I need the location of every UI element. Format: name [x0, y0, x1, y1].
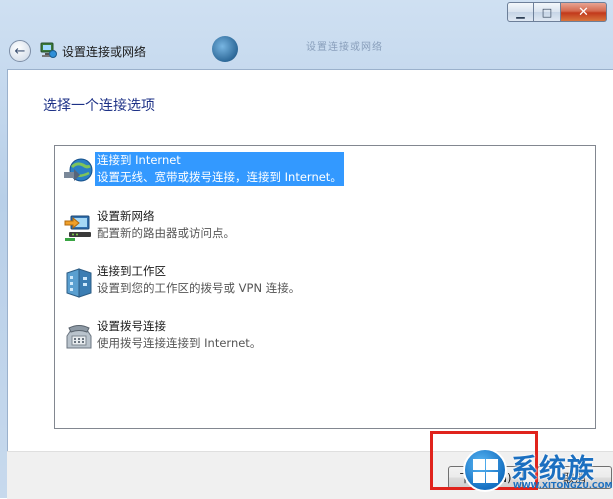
option-title: 设置新网络	[97, 209, 155, 223]
option-description: 使用拨号连接连接到 Internet。	[97, 336, 262, 350]
option-title: 连接到 Internet	[95, 152, 344, 169]
watermark-url: WWW.XITONGZU.COM	[513, 481, 613, 490]
new-network-icon	[64, 215, 91, 241]
option-text: 设置新网络 配置新的路由器或访问点。	[95, 208, 237, 242]
back-button[interactable]: ←	[9, 40, 31, 62]
close-button[interactable]: ✕	[561, 2, 607, 22]
option-dialup[interactable]: 设置拨号连接 使用拨号连接连接到 Internet。	[59, 318, 589, 358]
window-title: 设置连接或网络	[62, 45, 147, 59]
connection-options-list[interactable]: 连接到 Internet 设置无线、宽带或拨号连接，连接到 Internet。 …	[54, 145, 596, 429]
titlebar-glow-text: 设置连接或网络	[306, 42, 383, 53]
option-title: 连接到工作区	[97, 264, 166, 278]
option-new-network[interactable]: 设置新网络 配置新的路由器或访问点。	[59, 208, 589, 248]
caption-buttons: ▁ □ ✕	[507, 2, 607, 22]
watermark-logo-icon	[463, 448, 507, 492]
minimize-icon: ▁	[516, 5, 525, 19]
option-description: 配置新的路由器或访问点。	[97, 226, 235, 240]
workplace-icon	[66, 268, 92, 298]
option-description: 设置无线、宽带或拨号连接，连接到 Internet。	[95, 169, 344, 186]
network-wizard-icon	[40, 42, 57, 58]
page-heading: 选择一个连接选项	[43, 98, 155, 114]
option-connect-internet[interactable]: 连接到 Internet 设置无线、宽带或拨号连接，连接到 Internet。	[59, 152, 589, 192]
option-text: 设置拨号连接 使用拨号连接连接到 Internet。	[95, 318, 263, 352]
option-text: 连接到 Internet 设置无线、宽带或拨号连接，连接到 Internet。	[95, 152, 344, 186]
maximize-button[interactable]: □	[534, 2, 561, 22]
option-text: 连接到工作区 设置到您的工作区的拨号或 VPN 连接。	[95, 263, 302, 297]
minimize-button[interactable]: ▁	[507, 2, 534, 22]
title-bar[interactable]: ▁ □ ✕	[0, 0, 613, 32]
maximize-icon: □	[541, 5, 553, 19]
option-title: 设置拨号连接	[97, 319, 166, 333]
globe-connect-icon	[64, 158, 93, 182]
watermark: 系统族 WWW.XITONGZU.COM	[463, 441, 613, 498]
close-icon: ✕	[578, 4, 589, 20]
content-pane: 选择一个连接选项 连接到 Internet 设置无线、宽带或拨号连接，连接到 I…	[7, 69, 613, 452]
titlebar-globe-icon	[212, 36, 238, 62]
option-connect-workplace[interactable]: 连接到工作区 设置到您的工作区的拨号或 VPN 连接。	[59, 263, 589, 303]
back-arrow-icon: ←	[14, 43, 26, 59]
option-description: 设置到您的工作区的拨号或 VPN 连接。	[97, 281, 301, 295]
dialup-phone-icon	[66, 325, 92, 349]
window-frame: ▁ □ ✕ ← 设置连接或网络 设置连接或网络 选择一个连接选项 连接到 Int…	[0, 0, 613, 499]
